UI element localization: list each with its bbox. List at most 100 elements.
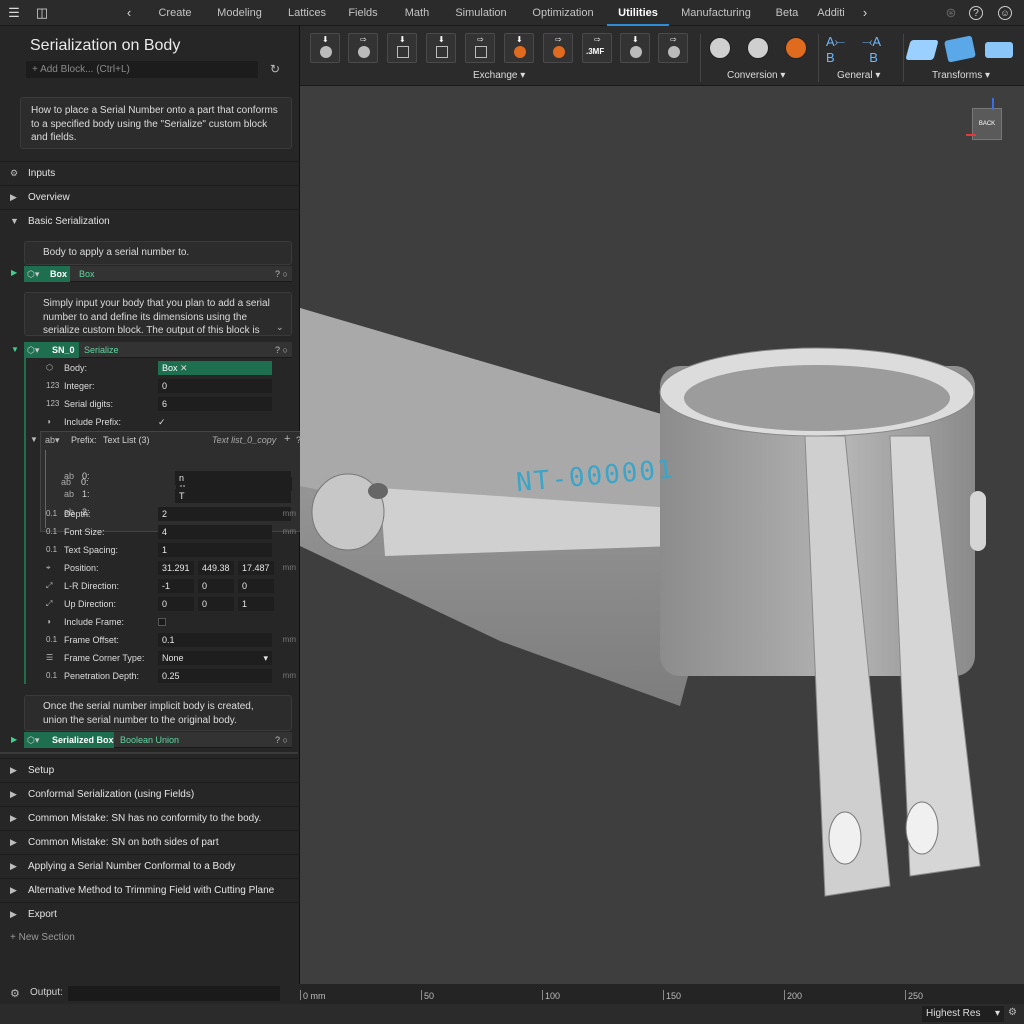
export-button[interactable]: ⇨ <box>348 33 378 63</box>
panel-toggle-icon[interactable]: ◫ <box>33 4 51 22</box>
account-icon[interactable]: ☺ <box>998 6 1012 20</box>
prefix-item-field[interactable]: T <box>175 489 291 503</box>
section-overview[interactable]: ▶ Overview <box>0 185 298 208</box>
3d-viewport[interactable]: NT-000001 BACK <box>300 86 1024 984</box>
tab-modeling[interactable]: Modeling <box>200 0 279 26</box>
tab-additive[interactable]: Additi <box>811 0 851 26</box>
body-field[interactable]: Box ✕ <box>158 361 272 375</box>
tab-utilities[interactable]: Utilities <box>607 0 669 26</box>
collapse-sn-icon[interactable]: ▼ <box>11 345 19 354</box>
lr-z-field[interactable]: 0 <box>238 579 274 593</box>
help-icon[interactable]: ? <box>969 6 983 20</box>
group-general[interactable]: General ▾ <box>837 70 880 81</box>
tab-beta[interactable]: Beta <box>763 0 811 26</box>
expand-box-icon[interactable]: ▶ <box>11 268 17 277</box>
tab-simulation[interactable]: Simulation <box>443 0 519 26</box>
convert-implicit-button[interactable] <box>705 33 735 63</box>
frame-offset-field[interactable]: 0.1 <box>158 633 272 647</box>
download-icon[interactable]: ⊛ <box>942 4 960 22</box>
position-z-field[interactable]: 17.487 <box>238 561 274 575</box>
new-section-button[interactable]: + New Section <box>10 932 75 943</box>
serial-digits-field[interactable]: 6 <box>158 397 272 411</box>
translate-icon[interactable] <box>905 40 939 60</box>
frame-corner-select[interactable]: None ▾ <box>158 651 272 665</box>
prefix-item-field[interactable]: n <box>175 471 291 485</box>
section-applying-conformal[interactable]: ▶ Applying a Serial Number Conformal to a… <box>0 854 298 877</box>
section-setup[interactable]: ▶ Setup <box>0 758 298 781</box>
convert-lattice-button[interactable] <box>781 33 811 63</box>
section-mistake-both-sides[interactable]: ▶ Common Mistake: SN on both sides of par… <box>0 830 298 853</box>
export-mesh-button[interactable]: ⬇ <box>426 33 456 63</box>
add-block-input[interactable]: + Add Block... (Ctrl+L) <box>26 61 258 78</box>
section-basic-serialization[interactable]: ▼ Basic Serialization <box>0 209 298 232</box>
hamburger-menu-icon[interactable]: ☰ <box>5 4 23 22</box>
lattice-icon <box>553 46 565 58</box>
remove-icon[interactable]: ✕ <box>180 363 188 373</box>
scale-icon[interactable] <box>985 42 1013 58</box>
refresh-icon[interactable]: ↻ <box>270 62 284 76</box>
render-settings-icon[interactable]: ⚙ <box>1008 1007 1020 1019</box>
font-size-field[interactable]: 4 <box>158 525 272 539</box>
block-help-icon[interactable]: ? ○ <box>264 268 288 280</box>
block-help-icon[interactable]: ? ○ <box>264 734 288 746</box>
position-x-field[interactable]: 31.291 <box>158 561 194 575</box>
text-spacing-field[interactable]: 1 <box>158 543 272 557</box>
add-item-icon[interactable]: + <box>284 433 290 445</box>
collapse-prefix-icon[interactable]: ▼ <box>30 435 38 444</box>
split-icon[interactable]: ⤙A B <box>862 34 898 65</box>
depth-field[interactable]: 2 <box>158 507 272 521</box>
position-y-field[interactable]: 449.38 <box>198 561 234 575</box>
output-field[interactable] <box>68 986 280 1001</box>
block-help-icon[interactable]: ? ○ <box>264 344 288 356</box>
expand-serialized-icon[interactable]: ▶ <box>11 735 17 744</box>
import-button[interactable]: ⬇ <box>310 33 340 63</box>
tab-math[interactable]: Math <box>391 0 443 26</box>
include-frame-checkbox[interactable] <box>158 618 166 626</box>
section-inputs[interactable]: ⚙ Inputs <box>0 161 298 184</box>
quality-select[interactable]: Highest Res ▾ <box>922 1006 1004 1022</box>
merge-icon[interactable]: A⤚ B <box>826 34 858 65</box>
plus-icon: + <box>10 932 19 943</box>
view-cube[interactable]: BACK <box>972 108 1002 140</box>
expand-note-chevron-icon[interactable]: ⌄ <box>276 322 284 333</box>
tab-create[interactable]: Create <box>150 0 200 26</box>
import-mesh-button[interactable]: ⬇ <box>387 33 417 63</box>
tab-lattices[interactable]: Lattices <box>279 0 335 26</box>
section-conformal[interactable]: ▶ Conformal Serialization (using Fields) <box>0 782 298 805</box>
include-prefix-checkbox[interactable]: ✓ <box>158 413 166 431</box>
export-field-button[interactable]: ⇨ <box>658 33 688 63</box>
lr-x-field[interactable]: -1 <box>158 579 194 593</box>
tabs-scroll-right-icon[interactable]: › <box>856 4 874 22</box>
export-lattice-button[interactable]: ⇨ <box>543 33 573 63</box>
up-z-field[interactable]: 1 <box>238 597 274 611</box>
tab-fields[interactable]: Fields <box>335 0 391 26</box>
prop-serial-digits: 123 Serial digits: 6 <box>44 395 296 413</box>
export-cube-button[interactable]: ⇨ <box>465 33 495 63</box>
prefix-item: ab 1: T <box>60 489 300 505</box>
up-y-field[interactable]: 0 <box>198 597 234 611</box>
rotate-icon[interactable] <box>944 35 976 63</box>
integer-field[interactable]: 0 <box>158 379 272 393</box>
sn-block[interactable]: SN_0 ⬡▾ Serialize ? ○ <box>24 342 292 358</box>
section-alternative-method[interactable]: ▶ Alternative Method to Trimming Field wi… <box>0 878 298 901</box>
tabs-scroll-left-icon[interactable]: ‹ <box>120 4 138 22</box>
import-lattice-button[interactable]: ⬇ <box>504 33 534 63</box>
scale-ruler: 0 mm 50 100 150 200 250 <box>300 984 1024 1004</box>
import-field-button[interactable]: ⬇ <box>620 33 650 63</box>
lr-y-field[interactable]: 0 <box>198 579 234 593</box>
tab-manufacturing[interactable]: Manufacturing <box>669 0 763 26</box>
tab-optimization[interactable]: Optimization <box>519 0 607 26</box>
ruler-tick: 150 <box>663 990 681 1001</box>
group-conversion[interactable]: Conversion ▾ <box>727 70 785 81</box>
group-transforms[interactable]: Transforms ▾ <box>932 70 990 81</box>
box-block[interactable]: Box ⬡▾ Box ? ○ <box>24 266 292 282</box>
section-mistake-conformity[interactable]: ▶ Common Mistake: SN has no conformity to… <box>0 806 298 829</box>
arrow-down-icon: ⬇ <box>516 35 523 44</box>
section-export[interactable]: ▶ Export <box>0 902 298 925</box>
penetration-field[interactable]: 0.25 <box>158 669 272 683</box>
convert-mesh-button[interactable] <box>743 33 773 63</box>
export-3mf-button[interactable]: ⇨ .3MF <box>582 33 612 63</box>
serialized-box-block[interactable]: Serialized Box ⬡▾ Boolean Union ? ○ <box>24 732 292 748</box>
group-exchange[interactable]: Exchange ▾ <box>473 70 525 81</box>
up-x-field[interactable]: 0 <box>158 597 194 611</box>
